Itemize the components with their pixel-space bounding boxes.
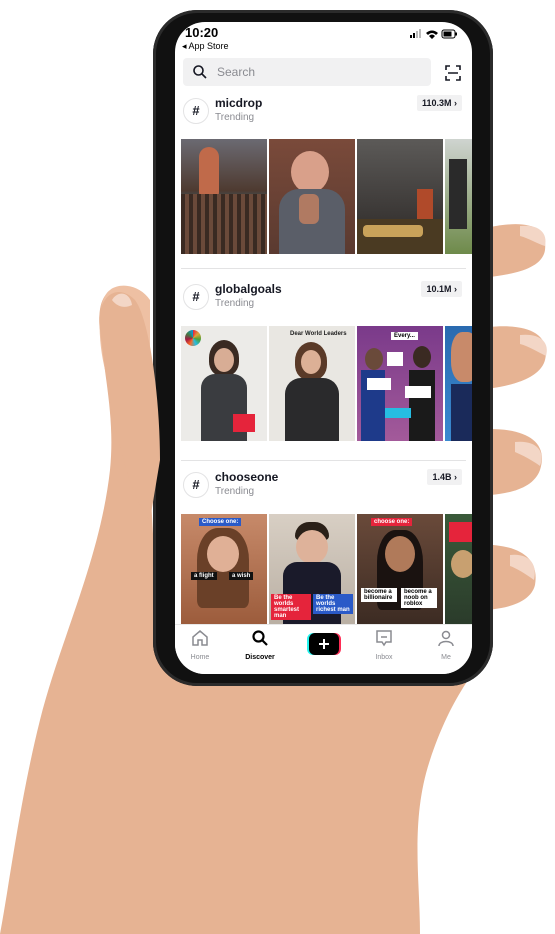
video-thumbnail-row: Dear World Leaders Every...: [181, 326, 472, 441]
video-thumbnail[interactable]: Every...: [357, 326, 443, 441]
video-thumbnail[interactable]: [445, 326, 472, 441]
home-icon: [192, 630, 208, 646]
hashtag-title[interactable]: micdrop: [215, 96, 262, 110]
video-thumbnail[interactable]: [181, 139, 267, 254]
tab-me[interactable]: Me: [421, 629, 471, 661]
status-icons: [410, 29, 457, 39]
thumbnail-caption: choose one:: [371, 518, 413, 526]
hashtag-title[interactable]: globalgoals: [215, 282, 282, 296]
hashtag-subtitle: Trending: [215, 298, 255, 309]
create-video-button[interactable]: [307, 633, 341, 655]
profile-icon: [438, 630, 454, 647]
hashtag-subtitle: Trending: [215, 486, 255, 497]
view-count-badge[interactable]: 10.1M ›: [421, 281, 462, 297]
phone-screen: 10:20 ◂ App Store Search # micdrop Trend…: [175, 22, 472, 674]
view-count-badge[interactable]: 110.3M ›: [416, 95, 462, 111]
tab-label: Discover: [245, 654, 275, 661]
status-bar: 10:20 ◂ App Store: [175, 22, 472, 56]
tab-label: Me: [441, 654, 451, 661]
hashtag-icon: #: [183, 472, 209, 498]
scan-icon[interactable]: [445, 65, 461, 81]
search-input[interactable]: Search: [183, 58, 431, 86]
bottom-tab-bar: Home Discover Inbox Me: [175, 624, 472, 674]
hashtag-subtitle: Trending: [215, 112, 255, 123]
video-thumbnail[interactable]: Be the worlds smartest man Be the worlds…: [269, 514, 355, 629]
hashtag-section-micdrop[interactable]: # micdrop Trending 110.3M ›: [175, 94, 472, 274]
thumbnail-caption: a wish: [229, 572, 254, 580]
hashtag-section-globalgoals[interactable]: # globalgoals Trending 10.1M › Dear Worl…: [175, 280, 472, 466]
tab-home[interactable]: Home: [175, 629, 225, 661]
back-to-app-store[interactable]: ◂ App Store: [182, 41, 229, 52]
video-thumbnail[interactable]: choose one: become a billionaire become …: [357, 514, 443, 629]
search-placeholder: Search: [217, 65, 256, 79]
tab-inbox[interactable]: Inbox: [359, 629, 409, 661]
section-divider: [181, 268, 466, 269]
thumbnail-caption: a flight: [191, 572, 217, 580]
video-thumbnail[interactable]: [181, 326, 267, 441]
section-divider: [181, 460, 466, 461]
tab-label: Inbox: [375, 654, 393, 661]
thumbnail-caption: become a billionaire: [361, 588, 397, 602]
video-thumbnail[interactable]: [445, 139, 472, 254]
inbox-icon: [376, 630, 392, 647]
tab-label: Home: [190, 654, 210, 661]
sdg-wheel-icon: [185, 330, 201, 346]
hashtag-icon: #: [183, 284, 209, 310]
discover-search-icon: [252, 630, 268, 646]
thumbnail-caption: Dear World Leaders: [290, 331, 347, 337]
video-thumbnail[interactable]: Choose one: a flight a wish: [181, 514, 267, 629]
tab-discover[interactable]: Discover: [235, 629, 285, 661]
video-thumbnail[interactable]: [357, 139, 443, 254]
hashtag-icon: #: [183, 98, 209, 124]
hashtag-title[interactable]: chooseone: [215, 470, 278, 484]
view-count-badge[interactable]: 1.4B ›: [427, 469, 462, 485]
thumbnail-caption: Be the worlds smartest man: [271, 594, 311, 620]
thumbnail-caption: Be the worlds richest man: [313, 594, 353, 614]
video-thumbnail-row: [181, 139, 472, 254]
thumbnail-caption: become a noob on roblox: [401, 588, 437, 608]
video-thumbnail-row: Choose one: a flight a wish Be the world…: [181, 514, 472, 629]
video-thumbnail[interactable]: [445, 514, 472, 629]
video-thumbnail[interactable]: Dear World Leaders: [269, 326, 355, 441]
hashtag-section-chooseone[interactable]: # chooseone Trending 1.4B › Choose one: …: [175, 468, 472, 629]
search-icon: [193, 65, 207, 79]
status-time: 10:20: [185, 25, 219, 40]
thumbnail-caption: Every...: [391, 332, 418, 340]
video-thumbnail[interactable]: [269, 139, 355, 254]
thumbnail-caption: Choose one:: [199, 518, 242, 526]
